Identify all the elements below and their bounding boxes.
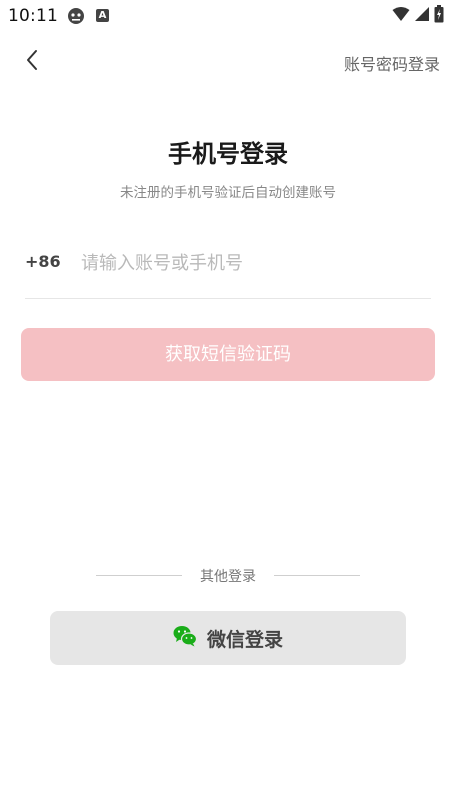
back-button[interactable] [18, 48, 46, 76]
other-login-label: 其他登录 [200, 569, 256, 585]
get-sms-code-button[interactable]: 获取短信验证码 [21, 328, 435, 381]
country-code[interactable]: +86 [25, 252, 61, 271]
signal-icon [414, 6, 430, 26]
chevron-left-icon [25, 49, 39, 75]
phone-input-row: +86 [25, 240, 431, 286]
wechat-icon [173, 625, 198, 651]
battery-icon [434, 5, 444, 27]
status-right-icons [392, 5, 444, 27]
phone-input[interactable] [81, 244, 421, 282]
status-bar: 10:11 A [0, 0, 456, 32]
wechat-login-label: 微信登录 [206, 628, 283, 651]
page-subtitle: 未注册的手机号验证后自动创建账号 [120, 185, 336, 201]
wifi-icon [392, 6, 410, 26]
developer-icon [66, 7, 86, 25]
other-login-divider: 其他登录 [96, 564, 360, 586]
divider-right [274, 575, 360, 576]
wechat-login-button[interactable]: 微信登录 [50, 611, 406, 665]
page-title: 手机号登录 [168, 140, 288, 168]
input-divider [25, 298, 431, 299]
login-screen: 10:11 A 账号密码登录 手机号登录 未注册的手机号验证后自动创建账号 +8… [0, 0, 456, 812]
a-icon: A [96, 9, 109, 22]
password-login-link[interactable]: 账号密码登录 [344, 51, 440, 75]
status-time: 10:11 [8, 6, 58, 26]
